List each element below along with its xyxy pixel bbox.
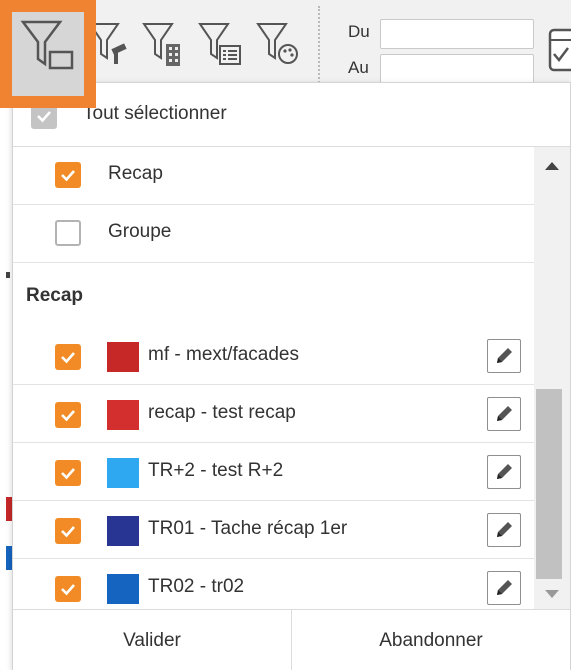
item-row[interactable]: mf - mext/facades xyxy=(13,327,534,385)
pencil-icon xyxy=(497,464,512,479)
edit-button[interactable] xyxy=(487,455,521,489)
date-to-label: Au xyxy=(348,58,369,77)
color-swatch xyxy=(107,400,139,430)
group-recap-checkbox[interactable] xyxy=(55,162,81,188)
date-from-label: Du xyxy=(348,22,370,41)
item-label: recap - test recap xyxy=(148,402,296,423)
item-checkbox[interactable] xyxy=(55,460,81,486)
pencil-icon xyxy=(497,348,512,363)
edit-button[interactable] xyxy=(487,571,521,605)
date-to-input[interactable] xyxy=(380,54,534,84)
date-from-input[interactable] xyxy=(380,19,534,49)
select-all-label: Tout sélectionner xyxy=(83,103,227,124)
arrow-down-icon xyxy=(545,590,559,598)
filter-dropdown: Tout sélectionner Recap Groupe Recap mf … xyxy=(12,82,571,670)
filter-list-icon xyxy=(198,23,241,65)
check-icon xyxy=(61,468,75,480)
edit-button[interactable] xyxy=(487,513,521,547)
filter-palette-button[interactable] xyxy=(250,14,306,74)
item-checkbox[interactable] xyxy=(55,402,81,428)
item-label: TR+2 - test R+2 xyxy=(148,460,284,481)
filter-building-button[interactable] xyxy=(136,14,192,74)
color-swatch xyxy=(107,342,139,372)
check-icon xyxy=(37,111,51,123)
section-header: Recap xyxy=(13,263,534,327)
list-scrollbar[interactable] xyxy=(534,147,570,609)
color-swatch xyxy=(107,574,139,604)
group-groupe-checkbox[interactable] xyxy=(55,220,81,246)
item-row[interactable]: recap - test recap xyxy=(13,385,534,443)
color-swatch xyxy=(107,458,139,488)
group-row-recap[interactable]: Recap xyxy=(13,147,534,205)
item-label: TR02 - tr02 xyxy=(148,576,245,597)
section-title: Recap xyxy=(26,285,84,306)
pencil-icon xyxy=(497,406,512,421)
scroll-up-button[interactable] xyxy=(534,151,570,181)
filter-display-button[interactable] xyxy=(0,0,96,108)
item-label: TR01 - Tache récap 1er xyxy=(148,518,348,539)
pencil-icon xyxy=(497,580,512,595)
dropdown-footer: Valider Abandonner xyxy=(13,609,570,670)
filter-display-icon xyxy=(20,20,74,70)
item-checkbox[interactable] xyxy=(55,576,81,602)
edit-button[interactable] xyxy=(487,397,521,431)
item-row[interactable]: TR02 - tr02 xyxy=(13,559,534,609)
item-checkbox[interactable] xyxy=(55,344,81,370)
group-label: Groupe xyxy=(108,221,172,242)
toolbar-separator xyxy=(318,6,320,86)
arrow-up-icon xyxy=(545,162,559,170)
filter-list: Recap Groupe Recap mf - mext/facades rec… xyxy=(13,147,534,609)
check-icon xyxy=(61,584,75,596)
check-icon xyxy=(61,352,75,364)
group-row-groupe[interactable]: Groupe xyxy=(13,205,534,263)
check-icon xyxy=(61,526,75,538)
check-icon xyxy=(61,170,75,182)
filter-building-icon xyxy=(142,23,180,66)
calendar-button[interactable] xyxy=(544,22,571,74)
scroll-thumb[interactable] xyxy=(536,389,562,579)
group-label: Recap xyxy=(108,163,163,184)
item-checkbox[interactable] xyxy=(55,518,81,544)
item-label: mf - mext/facades xyxy=(148,344,299,365)
select-all-row[interactable]: Tout sélectionner xyxy=(13,83,570,147)
background-marker xyxy=(6,272,10,278)
calendar-icon xyxy=(548,28,571,72)
pencil-icon xyxy=(497,522,512,537)
cancel-button[interactable]: Abandonner xyxy=(291,610,570,670)
edit-button[interactable] xyxy=(487,339,521,373)
check-icon xyxy=(61,410,75,422)
item-row[interactable]: TR+2 - test R+2 xyxy=(13,443,534,501)
color-swatch xyxy=(107,516,139,546)
validate-button[interactable]: Valider xyxy=(13,610,291,670)
item-row[interactable]: TR01 - Tache récap 1er xyxy=(13,501,534,559)
scroll-down-button[interactable] xyxy=(534,579,570,609)
filter-list-button[interactable] xyxy=(192,14,248,74)
filter-palette-icon xyxy=(256,23,298,64)
